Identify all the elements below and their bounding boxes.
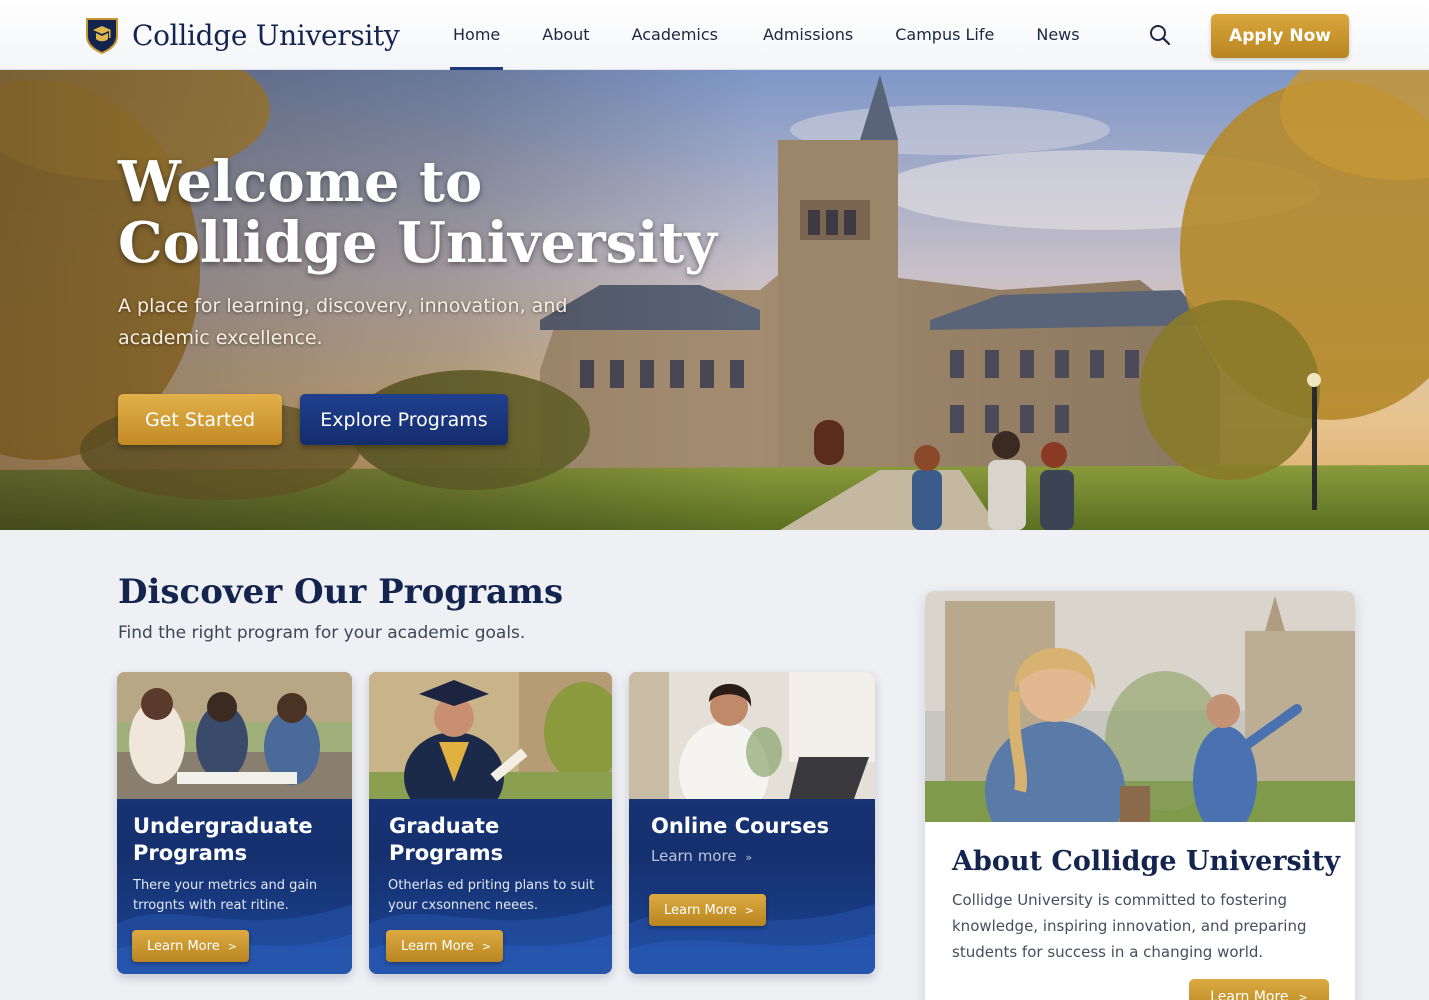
learn-more-button[interactable]: Learn More > — [132, 930, 249, 962]
chevron-right-icon: > — [227, 939, 237, 953]
learn-more-label: Learn More — [664, 902, 737, 918]
card-title: Undergraduate Programs — [133, 814, 313, 865]
about-text: Collidge University is committed to fost… — [952, 891, 1307, 961]
hero-subtitle: A place for learning, discovery, innovat… — [118, 295, 568, 349]
learn-more-button[interactable]: Learn More > — [649, 894, 766, 926]
learn-more-link-label: Learn more — [651, 847, 737, 865]
card-title: Online Courses — [651, 814, 830, 838]
get-started-button[interactable]: Get Started — [118, 394, 282, 445]
card-description: There your metrics and gain trrognts wit… — [133, 878, 318, 913]
nav-admissions[interactable]: Admissions — [739, 0, 874, 70]
about-learn-more-button[interactable]: Learn More > — [1189, 979, 1329, 1000]
about-card: About Collidge University Collidge Unive… — [925, 591, 1355, 1000]
nav-news[interactable]: News — [1015, 0, 1100, 70]
apply-now-button[interactable]: Apply Now — [1211, 14, 1349, 58]
about-students-photo — [925, 591, 1355, 822]
nav-academics[interactable]: Academics — [611, 0, 739, 70]
programs-subtitle: Find the right program for your academic… — [118, 623, 526, 643]
graduate-photo — [369, 672, 612, 799]
brand[interactable]: Collidge University — [84, 16, 400, 54]
card-description: Otherlas ed priting plans to suit your c… — [388, 878, 595, 913]
nav-home[interactable]: Home — [432, 0, 521, 70]
about-learn-more-label: Learn More — [1210, 989, 1289, 1000]
nav-about[interactable]: About — [521, 0, 610, 70]
programs-title: Discover Our Programs — [118, 572, 564, 612]
double-chevron-icon: » — [745, 851, 753, 864]
explore-programs-button[interactable]: Explore Programs — [300, 394, 508, 445]
chevron-right-icon: > — [1298, 990, 1308, 1000]
learn-more-link[interactable]: Learn more » — [651, 847, 752, 865]
site-header: Collidge University Home About Academics… — [0, 0, 1429, 70]
undergraduate-photo — [117, 672, 352, 799]
program-card-graduate[interactable]: Graduate Programs Otherlas ed priting pl… — [369, 672, 612, 974]
chevron-right-icon: > — [481, 939, 491, 953]
online-courses-photo — [629, 672, 875, 799]
learn-more-label: Learn More — [147, 938, 220, 954]
learn-more-label: Learn More — [401, 938, 474, 954]
card-title: Graduate Programs — [389, 814, 504, 865]
program-card-online[interactable]: Online Courses Learn more » Learn More > — [629, 672, 875, 974]
search-icon[interactable] — [1148, 23, 1172, 47]
about-title: About Collidge University — [952, 846, 1341, 877]
chevron-right-icon: > — [744, 903, 754, 917]
hero-banner: Welcome to Collidge University A place f… — [0, 70, 1429, 530]
main-nav: Home About Academics Admissions Campus L… — [432, 0, 1101, 70]
university-crest-icon — [86, 18, 118, 54]
brand-name: Collidge University — [132, 18, 400, 52]
program-card-undergraduate[interactable]: Undergraduate Programs There your metric… — [117, 672, 352, 974]
learn-more-button[interactable]: Learn More > — [386, 930, 503, 962]
nav-campus-life[interactable]: Campus Life — [874, 0, 1015, 70]
hero-title: Welcome to Collidge University — [118, 149, 717, 276]
